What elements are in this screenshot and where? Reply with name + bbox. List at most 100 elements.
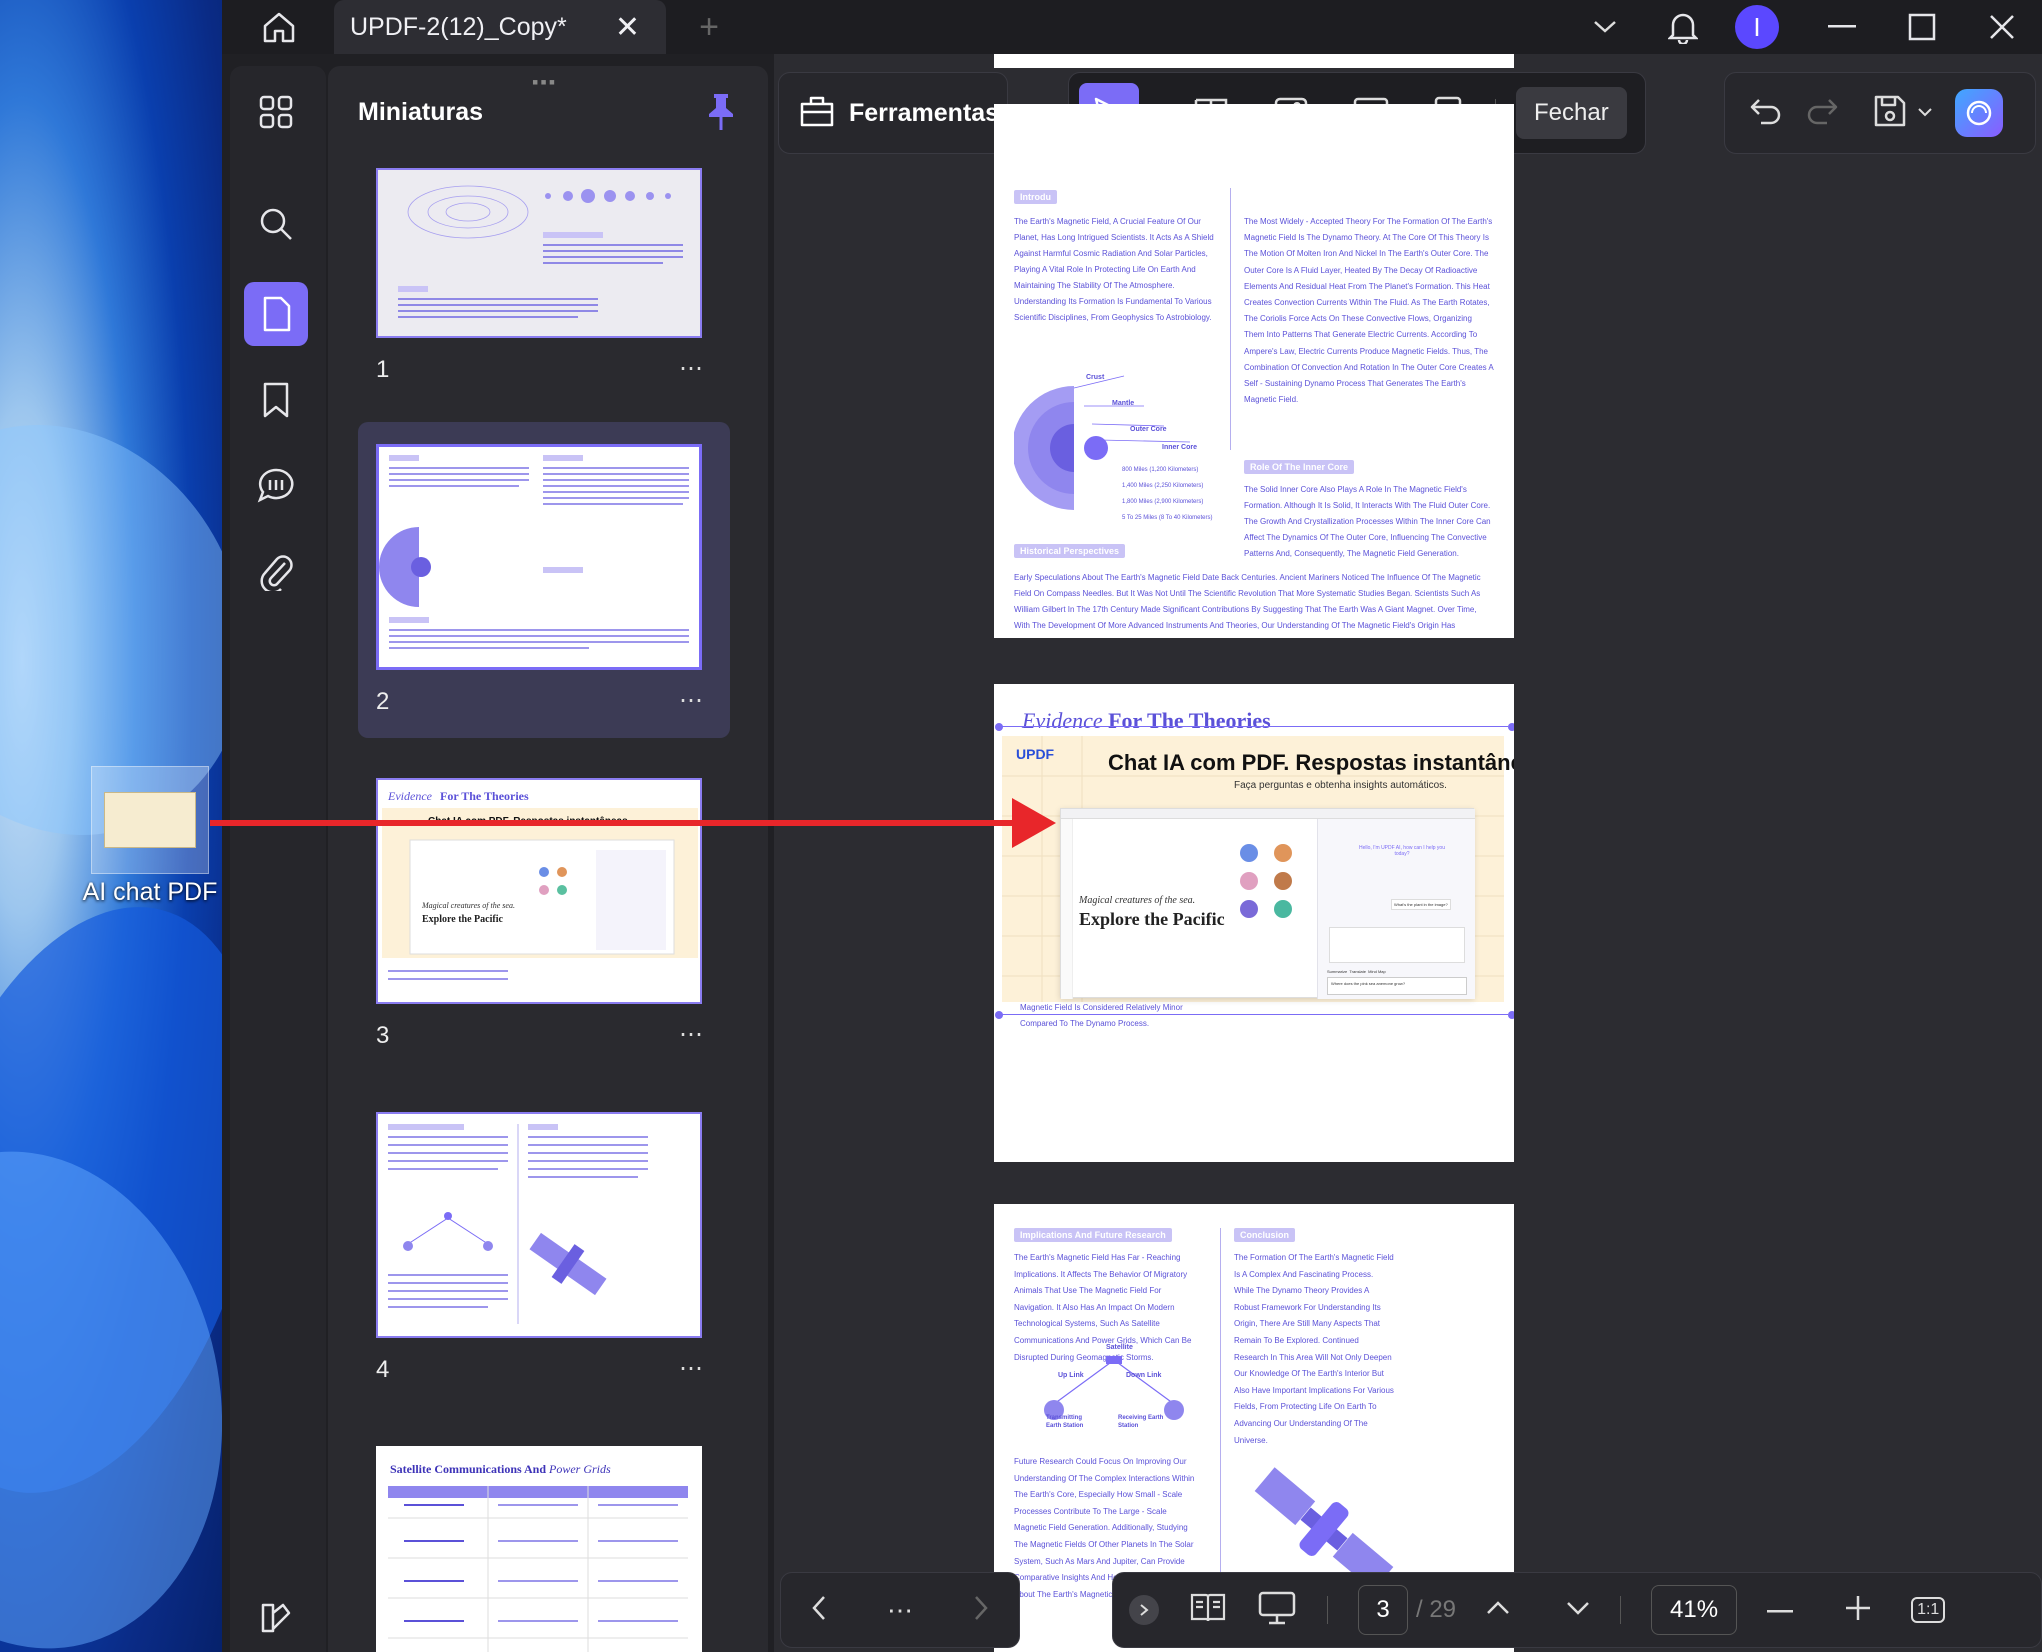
pin-icon[interactable] — [706, 92, 736, 137]
svg-text:Explore the Pacific: Explore the Pacific — [422, 914, 503, 925]
banner-title: Chat IA com PDF. Respostas instantâneas. — [1108, 750, 1514, 775]
evidence-heading-bold: For The Theories — [1108, 708, 1271, 733]
magazine-title: Explore the Pacific — [1079, 909, 1225, 929]
zoom-out-icon[interactable] — [1767, 1601, 1794, 1619]
brand-name: UPDF — [1016, 746, 1055, 762]
bell-icon[interactable] — [1658, 0, 1708, 54]
document-tab-title: UPDF-2(12)_Copy* — [350, 12, 567, 41]
page-nav-card: ⋯ — [780, 1572, 1020, 1648]
annotation-arrow — [210, 820, 1040, 826]
thumbnail-more-icon[interactable]: ⋯ — [679, 686, 704, 715]
zoom-level[interactable]: 41% — [1651, 1585, 1738, 1635]
thumbnail-more-icon[interactable]: ⋯ — [679, 354, 704, 383]
pdf-file-thumbnail — [91, 766, 209, 874]
chat-greeting: Hello, I'm UPDF AI, how can I help you t… — [1359, 845, 1445, 857]
redo-icon[interactable] — [1805, 96, 1839, 131]
save-icon[interactable] — [1873, 94, 1907, 133]
desktop-file-label: AI chat PDF — [82, 878, 218, 906]
thumbnail-image — [376, 1112, 702, 1338]
thumbnail-number: 3 — [376, 1022, 390, 1049]
ai-assistant-icon[interactable] — [1955, 89, 2003, 137]
thumbnails-page-icon[interactable] — [244, 282, 308, 346]
inner-core-heading: Role Of The Inner Core — [1244, 460, 1355, 474]
chevron-down-icon[interactable] — [1580, 0, 1630, 54]
diagram-label-up-link: Up Link — [1058, 1372, 1084, 1379]
page3-footer-text: Compared To The Dynamo Process. — [1020, 1019, 1150, 1028]
updf-logo: UPDF — [1016, 746, 1054, 762]
save-dropdown-icon[interactable] — [1917, 104, 1933, 122]
zoom-in-icon[interactable] — [1845, 1595, 1871, 1626]
collapse-arrow-icon[interactable] — [1129, 1595, 1159, 1625]
thumbnail-number: 2 — [376, 688, 390, 715]
layer-label-mantle: Mantle — [1112, 400, 1135, 407]
next-doc-icon[interactable] — [973, 1595, 989, 1626]
banner-subtitle: Faça perguntas e obtenha insights automá… — [1234, 780, 1447, 791]
undo-icon[interactable] — [1749, 96, 1783, 131]
embedded-ad-image[interactable]: UPDF Chat IA com PDF. Respostas instantâ… — [1002, 736, 1514, 1002]
page5-title-italic: Power Grids — [549, 1462, 611, 1476]
avatar[interactable]: I — [1732, 0, 1782, 54]
annotation-arrow-head — [1012, 798, 1056, 848]
pdf-page-1 — [994, 54, 1514, 68]
updf-window: UPDF-2(12)_Copy* ✕ + I ▪▪▪ Miniaturas 1 … — [222, 0, 2042, 1652]
tools-card[interactable]: Ferramentas — [778, 72, 1008, 154]
layer-label-outer-core: Outer Core — [1130, 426, 1167, 433]
document-tab[interactable]: UPDF-2(12)_Copy* ✕ — [334, 0, 666, 54]
maximize-icon[interactable] — [1892, 0, 1952, 54]
apps-grid-icon[interactable] — [244, 80, 308, 144]
dynamo-paragraph: The Most Widely - Accepted Theory For Th… — [1244, 217, 1494, 405]
actual-size-button[interactable]: 1:1 — [1911, 1597, 1946, 1623]
thumbnail-number: 4 — [376, 1356, 390, 1383]
presentation-icon[interactable] — [1257, 1590, 1297, 1631]
chat-question: What's the plant in the image? — [1391, 899, 1451, 910]
thumbnail-image — [376, 168, 702, 338]
left-tool-rail — [230, 66, 326, 1652]
historical-paragraph: Early Speculations About The Earth's Mag… — [1014, 573, 1481, 638]
page5-title: Satellite Communications And — [390, 1462, 547, 1476]
more-icon[interactable]: ⋯ — [887, 1595, 913, 1626]
diagram-label-tx: Transmitting Earth Station — [1046, 1415, 1084, 1429]
total-pages: / 29 — [1416, 1596, 1457, 1623]
previous-doc-icon[interactable] — [811, 1595, 827, 1626]
comment-icon[interactable] — [244, 454, 308, 518]
implications-heading: Implications And Future Research — [1014, 1228, 1172, 1242]
home-icon[interactable] — [252, 0, 306, 54]
new-tab-icon[interactable]: + — [684, 0, 734, 54]
thumbnail-image: Evidence For The Theories Chat IA com PD… — [376, 778, 702, 1004]
ui-theme-icon[interactable] — [244, 1586, 308, 1650]
next-page-icon[interactable] — [1566, 1601, 1590, 1620]
conclusion-heading: Conclusion — [1234, 1228, 1295, 1242]
distance-label: 1,800 Miles (2,900 Kilometers) — [1122, 499, 1204, 505]
desktop-wallpaper: AI chat PDF — [0, 0, 222, 1652]
minimize-icon[interactable] — [1812, 0, 1872, 54]
pdf-page-2[interactable]: Introdu The Earth's Magnetic Field, A Cr… — [994, 104, 1514, 638]
bookmark-icon[interactable] — [244, 368, 308, 432]
distance-label: 1,400 Miles (2,250 Kilometers) — [1122, 483, 1204, 489]
page-layout-icon[interactable] — [1189, 1592, 1227, 1629]
chat-actions: Summarize Translate Mind Map — [1327, 969, 1386, 974]
document-viewer: Ferramentas Fechar Introdu The Earth's M… — [774, 54, 2042, 1652]
pdf-page-3[interactable]: Evidence For The Theories UPDF Chat IA c… — [994, 684, 1514, 1162]
panel-grip-icon[interactable]: ▪▪▪ — [532, 72, 557, 93]
distance-label: 800 Miles (1,200 Kilometers) — [1122, 467, 1199, 473]
avatar-letter: I — [1735, 5, 1779, 49]
intro-paragraph: The Earth's Magnetic Field, A Crucial Fe… — [1014, 217, 1214, 322]
layer-label-crust: Crust — [1086, 374, 1105, 381]
close-window-icon[interactable] — [1972, 0, 2032, 54]
thumbnail-more-icon[interactable]: ⋯ — [679, 1020, 704, 1049]
thumbnail-more-icon[interactable]: ⋯ — [679, 1354, 704, 1383]
desktop-file-icon[interactable]: AI chat PDF — [74, 766, 222, 907]
previous-page-icon[interactable] — [1486, 1600, 1510, 1620]
thumbnails-panel: ▪▪▪ Miniaturas 1 ⋯ 2 ⋯ Evidence For The … — [328, 66, 852, 1652]
thumbnail-number: 1 — [376, 356, 390, 383]
close-edit-button[interactable]: Fechar — [1516, 87, 1627, 139]
current-page-input[interactable]: 3 — [1358, 1585, 1408, 1635]
layer-label-inner-core: Inner Core — [1162, 444, 1198, 451]
title-bar: UPDF-2(12)_Copy* ✕ + I — [222, 0, 2042, 54]
thumbnail-image — [376, 444, 702, 670]
close-tab-icon[interactable]: ✕ — [615, 10, 640, 45]
search-icon[interactable] — [244, 192, 308, 256]
attachment-icon[interactable] — [244, 540, 308, 604]
chat-action: Mind Map — [1368, 969, 1386, 974]
intro-heading: Introdu — [1014, 190, 1057, 204]
